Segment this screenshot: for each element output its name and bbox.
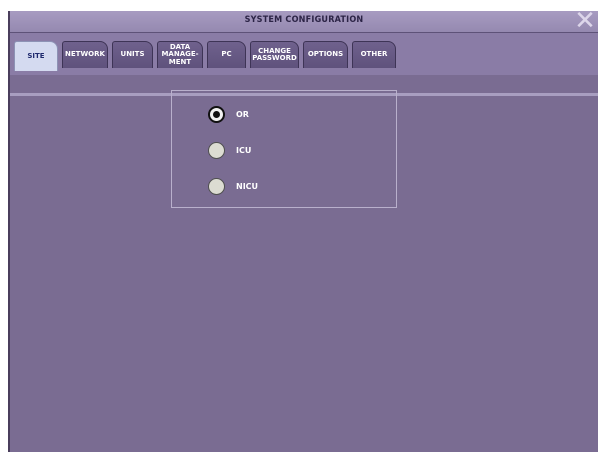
tab-label: NETWORK: [65, 50, 105, 59]
tab-other[interactable]: OTHER: [352, 41, 396, 68]
tab-data-management[interactable]: DATA MANAGE- MENT: [157, 41, 203, 68]
tab-label: OPTIONS: [307, 50, 344, 59]
tab-units[interactable]: UNITS: [112, 41, 153, 68]
radio-label-icu: ICU: [236, 145, 252, 155]
system-configuration-window: SYSTEM CONFIGURATION ✕ SITE NETWORK UNIT…: [8, 8, 598, 452]
tab-pc[interactable]: PC: [207, 41, 246, 68]
radio-button-nicu[interactable]: [208, 177, 225, 195]
site-option-or[interactable]: OR: [208, 104, 249, 124]
tab-strip: SITE NETWORK UNITS DATA MANAGE- MENT PC …: [10, 33, 598, 96]
tab-site[interactable]: SITE: [14, 41, 58, 71]
radio-button-icu[interactable]: [208, 141, 225, 159]
window-title: SYSTEM CONFIGURATION: [244, 15, 364, 25]
tab-options[interactable]: OPTIONS: [303, 41, 348, 68]
radio-label-or: OR: [236, 109, 249, 119]
tab-network[interactable]: NETWORK: [62, 41, 108, 68]
tab-label: SITE: [27, 51, 45, 60]
tab-label: CHANGE PASSWORD: [252, 46, 297, 62]
radio-button-or[interactable]: [208, 105, 225, 123]
site-options-panel: OR ICU NICU: [171, 90, 397, 208]
site-option-nicu[interactable]: NICU: [208, 176, 258, 196]
tab-label: DATA MANAGE- MENT: [161, 42, 199, 66]
radio-label-nicu: NICU: [236, 181, 259, 191]
tab-label: PC: [221, 50, 232, 59]
tab-change-password[interactable]: CHANGE PASSWORD: [250, 41, 299, 68]
tab-label: OTHER: [360, 50, 388, 59]
site-option-icu[interactable]: ICU: [208, 140, 251, 160]
tab-label: UNITS: [120, 50, 145, 59]
title-bar: SYSTEM CONFIGURATION ✕: [10, 8, 598, 34]
close-icon[interactable]: ✕: [574, 8, 596, 34]
